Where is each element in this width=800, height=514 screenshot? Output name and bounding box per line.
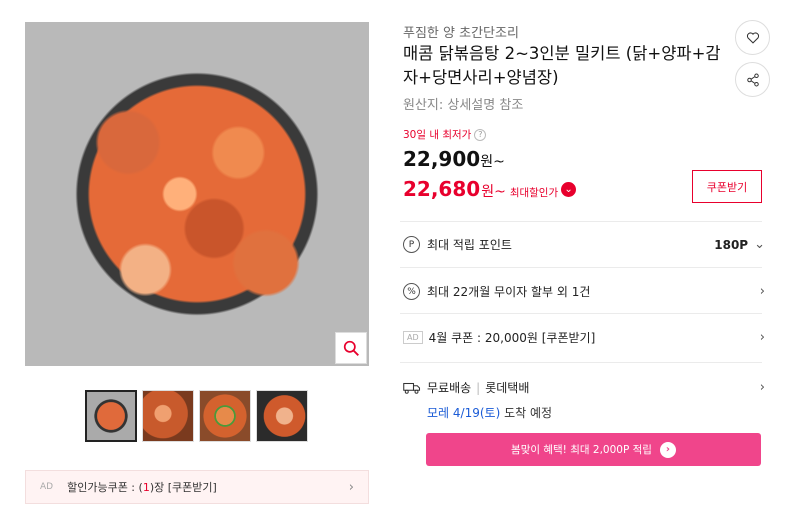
installment-row[interactable]: % 최대 22개월 무이자 할부 외 1건 ›	[403, 283, 765, 300]
share-icon	[746, 73, 759, 86]
help-icon[interactable]: ?	[474, 128, 487, 141]
thumbnail-4[interactable]	[256, 390, 308, 442]
chevron-down-icon[interactable]: ⌄	[561, 181, 577, 197]
carrier-label: 롯데택배	[485, 381, 530, 395]
ad-label: AD	[40, 482, 54, 492]
ad-label: AD	[403, 331, 423, 344]
percent-icon: %	[403, 283, 420, 300]
arrival-estimate: 모레 4/19(토) 도착 예정	[427, 406, 553, 420]
truck-icon	[403, 382, 421, 394]
free-shipping-label: 무료배송	[427, 381, 472, 395]
promo-points-button[interactable]: 봄맞이 혜택! 최대 2,000P 적립 ›	[426, 433, 761, 466]
arrow-right-icon: ›	[659, 441, 676, 458]
ad-coupon-banner[interactable]: AD 할인가능쿠폰 : (1)장 [쿠폰받기] ›	[25, 470, 369, 504]
divider	[400, 362, 762, 363]
chevron-right-icon: ›	[348, 479, 354, 495]
points-row[interactable]: P 최대 적립 포인트 180P ⌄	[403, 236, 765, 253]
coupon-download-button[interactable]: 쿠폰받기	[692, 170, 762, 203]
divider	[400, 267, 762, 268]
chevron-right-icon: ›	[759, 330, 765, 345]
original-price: 22,900원~	[403, 147, 505, 171]
chevron-right-icon: ›	[759, 380, 765, 395]
origin-info: 원산지: 상세설명 참조	[403, 98, 524, 113]
search-icon	[343, 340, 359, 356]
divider	[400, 313, 762, 314]
divider	[400, 221, 762, 222]
heart-icon	[746, 31, 759, 44]
lowest-price-label: 30일 내 최저가 ?	[403, 127, 487, 142]
share-button[interactable]	[735, 62, 770, 97]
sale-price: 22,680 원~ 최대할인가 ⌄	[403, 177, 577, 201]
thumbnail-list	[85, 390, 308, 442]
seller-tagline: 푸짐한 양 초간단조리	[403, 26, 519, 41]
april-coupon-row[interactable]: AD 4월 쿠폰 : 20,000원 [쿠폰받기] ›	[403, 329, 765, 346]
point-icon: P	[403, 236, 420, 253]
product-title: 매콤 닭볶음탕 2~3인분 밀키트 (닭+양파+감자+당면사리+양념장)	[403, 44, 721, 87]
ad-coupon-text: 할인가능쿠폰 : (1)장 [쿠폰받기]	[67, 481, 217, 494]
main-product-image[interactable]	[25, 22, 369, 366]
zoom-button[interactable]	[335, 332, 367, 364]
thumbnail-2[interactable]	[142, 390, 194, 442]
shipping-info[interactable]: 무료배송 | 롯데택배 › 모레 4/19(토) 도착 예정	[403, 379, 765, 421]
chevron-down-icon: ⌄	[754, 237, 765, 252]
thumbnail-3[interactable]	[199, 390, 251, 442]
chevron-right-icon: ›	[759, 284, 765, 299]
wishlist-button[interactable]	[735, 20, 770, 55]
thumbnail-1[interactable]	[85, 390, 137, 442]
